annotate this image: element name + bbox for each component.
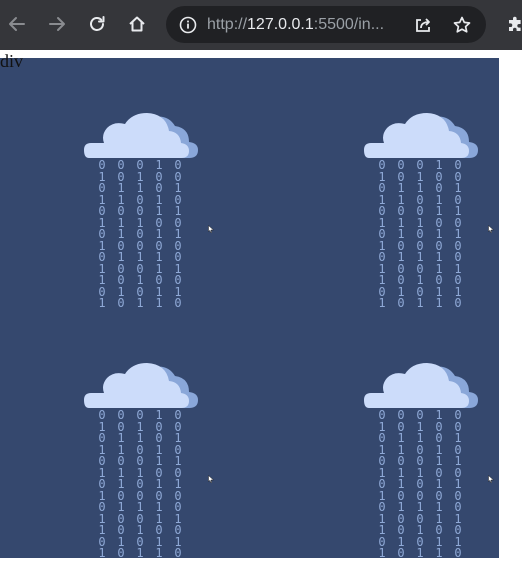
- rain-container: 0 1 0 1 0 1 0 1 0 1 1 0 1 0 0 1 1 0 1 1 0…: [0, 58, 499, 558]
- binary-rain-column: 0 1 1 0 0 1 0 0 1 0 1 0 1: [136, 410, 144, 558]
- binary-rain-column: 0 1 0 1 0 1 0 1 0 1 1 0 1: [378, 160, 386, 310]
- binary-rain-column: 1 0 0 1 1 0 1 0 1 1 0 1 1: [155, 410, 163, 558]
- binary-rain-column: 0 0 1 1 0 1 1 0 1 0 0 1 0: [117, 410, 125, 558]
- url-text[interactable]: http://127.0.0.1:5500/in...: [207, 15, 384, 35]
- binary-rain-column: 0 1 0 1 0 1 0 1 0 1 1 0 1: [378, 410, 386, 558]
- cursor-pointer-icon: [208, 220, 215, 233]
- binary-rain-column: 0 0 1 0 1 0 1 0 0 1 0 1 0: [174, 410, 182, 558]
- forward-button[interactable]: [40, 7, 74, 41]
- page-viewport: 0 1 0 1 0 1 0 1 0 1 1 0 1 0 0 1 1 0 1 1 0…: [0, 50, 522, 580]
- rain-tile: 0 1 0 1 0 1 0 1 0 1 1 0 1 0 0 1 1 0 1 1 0…: [83, 106, 203, 316]
- binary-rain-column: 0 1 0 1 0 1 0 1 0 1 1 0 1: [98, 160, 106, 310]
- binary-rain-column: 0 0 1 1 0 1 1 0 1 0 0 1 0: [397, 410, 405, 558]
- binary-rain-column: 0 1 1 0 0 1 0 0 1 0 1 0 1: [416, 410, 424, 558]
- url-host: 127.0.0.1: [247, 16, 314, 33]
- puzzle-icon: [505, 14, 522, 34]
- url-scheme: http://: [207, 16, 248, 33]
- binary-rain-column: 1 0 0 1 1 0 1 0 1 1 0 1 1: [435, 160, 443, 310]
- reload-button[interactable]: [80, 7, 114, 41]
- arrow-right-icon: [47, 14, 67, 34]
- reload-icon: [87, 14, 107, 34]
- binary-rain-column: 1 0 0 1 1 0 1 0 1 1 0 1 1: [435, 410, 443, 558]
- home-button[interactable]: [120, 7, 154, 41]
- star-icon[interactable]: [452, 15, 472, 35]
- div-label: div: [0, 51, 24, 71]
- binary-rain-column: 0 0 1 0 1 0 1 0 0 1 0 1 0: [454, 410, 462, 558]
- binary-rain-column: 0 1 0 1 0 1 0 1 0 1 1 0 1: [98, 410, 106, 558]
- info-icon[interactable]: [178, 15, 198, 35]
- back-button[interactable]: [0, 7, 34, 41]
- binary-rain-column: 0 0 1 1 0 1 1 0 1 0 0 1 0: [117, 160, 125, 310]
- binary-rain-column: 0 1 1 0 0 1 0 0 1 0 1 0 1: [416, 160, 424, 310]
- rain-tile: 0 1 0 1 0 1 0 1 0 1 1 0 1 0 0 1 1 0 1 1 0…: [363, 356, 483, 558]
- binary-rain-column: 0 1 1 0 0 1 0 0 1 0 1 0 1: [136, 160, 144, 310]
- rain-tile: 0 1 0 1 0 1 0 1 0 1 1 0 1 0 0 1 1 0 1 1 0…: [83, 356, 203, 558]
- home-icon: [127, 14, 147, 34]
- cursor-pointer-icon: [488, 470, 495, 483]
- binary-rain-column: 0 0 1 0 1 0 1 0 0 1 0 1 0: [174, 160, 182, 310]
- cursor-pointer-icon: [488, 220, 495, 233]
- url-rest: :5500/in...: [313, 16, 385, 33]
- arrow-left-icon: [7, 14, 27, 34]
- share-icon[interactable]: [413, 15, 433, 35]
- browser-toolbar: http://127.0.0.1:5500/in...: [0, 0, 522, 50]
- rain-tile: 0 1 0 1 0 1 0 1 0 1 1 0 1 0 0 1 1 0 1 1 0…: [363, 106, 483, 316]
- address-bar[interactable]: http://127.0.0.1:5500/in...: [166, 6, 486, 43]
- binary-rain-column: 0 0 1 0 1 0 1 0 0 1 0 1 0: [454, 160, 462, 310]
- extensions-button[interactable]: [498, 7, 522, 41]
- binary-rain-column: 1 0 0 1 1 0 1 0 1 1 0 1 1: [155, 160, 163, 310]
- cursor-pointer-icon: [208, 470, 215, 483]
- binary-rain-column: 0 0 1 1 0 1 1 0 1 0 0 1 0: [397, 160, 405, 310]
